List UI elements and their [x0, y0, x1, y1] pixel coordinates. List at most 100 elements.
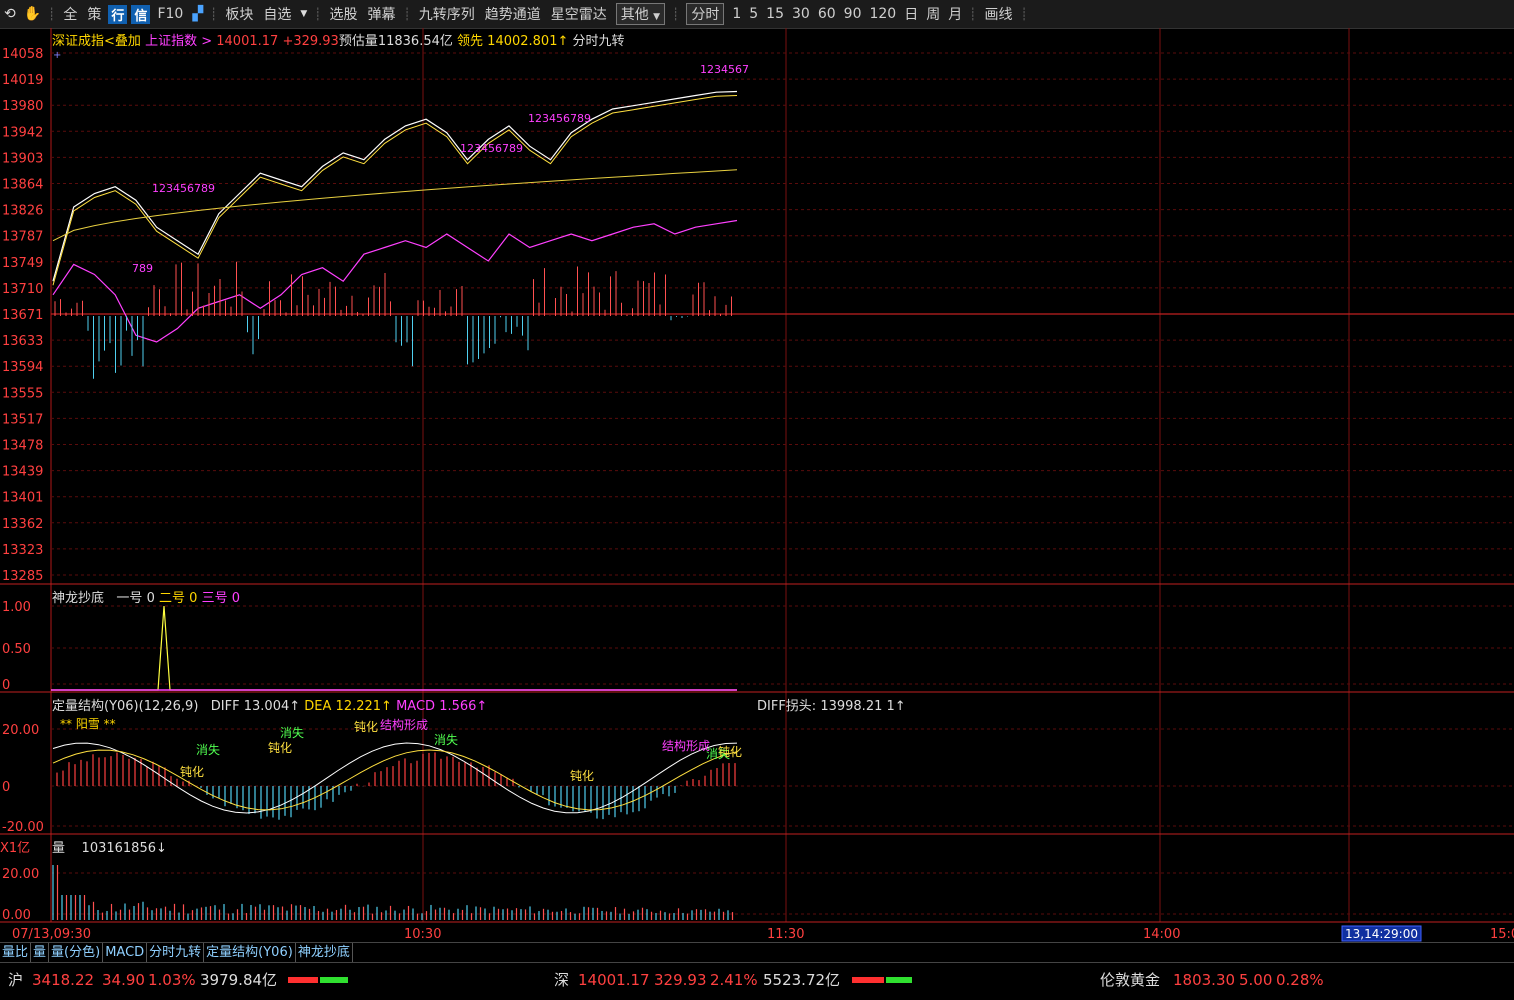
volume-axis-label: 0.00 — [2, 908, 31, 923]
index-change: +329.93 — [282, 34, 339, 49]
period-60[interactable]: 60 — [814, 6, 840, 22]
sz-up-bar — [852, 977, 884, 983]
macd-annotation: 钝化 — [354, 720, 378, 734]
price-axis-label: 13594 — [2, 360, 43, 375]
draw-line-button[interactable]: 画线 — [979, 4, 1017, 24]
macd-sub-label: ** 阳雪 ** — [60, 717, 116, 731]
tab-volume-colored[interactable]: 量(分色) — [49, 943, 104, 963]
sh-price: 3418.22 — [32, 971, 95, 989]
time-axis-1030: 10:30 — [404, 927, 441, 942]
sh-amount: 3979.84亿 — [200, 971, 278, 989]
period-month[interactable]: 月 — [944, 4, 966, 24]
chart-area[interactable]: 14058 14019 13980 13942 13903 13864 13826 13787… — [0, 28, 1514, 942]
tab-quant-structure[interactable]: 定量结构(Y06) — [204, 943, 296, 963]
dea-line — [52, 749, 738, 811]
price-axis-label: 13671 — [2, 308, 43, 323]
period-intraday[interactable]: 分时 — [686, 3, 725, 25]
toolbar: ⟲ ✋ ┊ 全 策 行 信 F10 ▞ ┊ 板块 自选 ▼ ┊ 选股 弹幕 ┊ … — [0, 0, 1514, 29]
macd-annotation: 钝化 — [180, 765, 204, 779]
index-price: 14001.17 — [216, 34, 279, 49]
chart-grid — [0, 28, 1514, 923]
nine-turn-label: 123456789 — [152, 182, 215, 195]
shenlong-v2: 0 — [189, 591, 198, 606]
volume-axis-label: 20.00 — [2, 867, 39, 882]
hand-icon[interactable]: ✋ — [20, 6, 45, 22]
sh-label[interactable]: 沪 — [8, 963, 23, 997]
price-axis-label: 14058 — [2, 47, 43, 62]
tab-macd[interactable]: MACD — [103, 943, 148, 963]
macd-label: MACD — [396, 699, 436, 714]
gold-price: 1803.30 — [1173, 971, 1236, 989]
other-dropdown[interactable]: 其他 ▼ — [615, 3, 666, 25]
price-axis-label: 13787 — [2, 230, 43, 245]
toolbar-quote[interactable]: 行 — [108, 4, 128, 24]
series-line-sh — [52, 219, 738, 343]
price-axis-label: 13980 — [2, 99, 43, 114]
chart-labels: 14058 14019 13980 13942 13903 13864 13826 13787… — [2, 47, 1514, 942]
sz-label[interactable]: 深 — [554, 963, 569, 997]
period-90[interactable]: 90 — [840, 6, 866, 22]
period-week[interactable]: 周 — [922, 4, 944, 24]
toolbar-watchlist[interactable]: 自选 — [258, 4, 296, 24]
toolbar-separator: ┊ — [672, 7, 680, 21]
macd-annotation: 消失 — [196, 742, 220, 757]
volume-info-line: 量 103161856↓ — [52, 837, 167, 856]
sz-pct: 2.41% — [710, 971, 758, 989]
macd-annotation: 消失 — [434, 732, 458, 747]
toolbar-sector[interactable]: 板块 — [220, 4, 258, 24]
volume-value: 103161856↓ — [81, 841, 167, 856]
toolbar-trend-channel[interactable]: 趋势通道 — [480, 4, 546, 24]
price-axis-label: 13633 — [2, 334, 43, 349]
shenlong-info-line: 神龙抄底 一号 0 二号 0 三号 0 — [52, 587, 240, 606]
dea-value: 12.221↑ — [335, 699, 392, 714]
window-icon[interactable]: ▞ — [188, 6, 207, 22]
price-axis-label: 13285 — [2, 569, 43, 584]
dropdown-arrow-icon[interactable]: ▼ — [296, 9, 311, 19]
time-axis-1500: 15:00 — [1490, 927, 1514, 942]
macd-info-line: 定量结构(Y06)(12,26,9) DIFF 13.004↑ DEA 12.2… — [52, 695, 487, 714]
sz-amount: 5523.72亿 — [763, 971, 841, 989]
toolbar-all[interactable]: 全 — [58, 4, 82, 24]
tab-volume-ratio[interactable]: 量比 — [0, 943, 32, 963]
lead-value: 14002.801↑ — [487, 34, 569, 49]
period-15[interactable]: 15 — [762, 6, 788, 22]
macd-axis-label: 0 — [2, 780, 10, 795]
shenlong-title: 神龙抄底 — [52, 591, 105, 606]
period-day[interactable]: 日 — [900, 4, 922, 24]
toolbar-strategy[interactable]: 策 — [82, 4, 106, 24]
period-30[interactable]: 30 — [788, 6, 814, 22]
period-1[interactable]: 1 — [728, 6, 745, 22]
overlay-arrow[interactable]: > — [201, 34, 212, 49]
sh-pct: 1.03% — [148, 971, 196, 989]
shenlong-l1: 一号 — [116, 591, 143, 606]
toolbar-nine-turn[interactable]: 九转序列 — [414, 4, 480, 24]
diff-turn-value: 13998.21 1↑ — [820, 699, 906, 714]
price-axis-label: 13826 — [2, 204, 43, 219]
crosshair-icon: + — [53, 50, 61, 61]
dea-label: DEA — [304, 699, 332, 714]
period-5[interactable]: 5 — [745, 6, 762, 22]
tab-volume[interactable]: 量 — [31, 943, 50, 963]
back-icon[interactable]: ⟲ — [0, 6, 20, 22]
period-120[interactable]: 120 — [865, 6, 900, 22]
toolbar-danmaku[interactable]: 弹幕 — [362, 4, 400, 24]
index-name[interactable]: 深证成指 — [52, 34, 104, 49]
tab-shenlong[interactable]: 神龙抄底 — [296, 943, 353, 963]
diff-turn-info: DIFF拐头: 13998.21 1↑ — [757, 695, 906, 714]
toolbar-radar[interactable]: 星空雷达 — [546, 4, 612, 24]
price-axis-label: 13362 — [2, 517, 43, 532]
diff-line — [52, 742, 738, 814]
sz-down-bar — [886, 977, 912, 983]
macd-annotation: 消失 — [280, 725, 304, 740]
overlay-index-name[interactable]: 上证指数 — [145, 34, 197, 49]
toolbar-f10[interactable]: F10 — [152, 6, 188, 22]
toolbar-screener[interactable]: 选股 — [324, 4, 362, 24]
overlay-label[interactable]: <叠加 — [104, 34, 141, 49]
nine-turn-label: 1234567 — [700, 63, 749, 76]
gold-label[interactable]: 伦敦黄金 — [1100, 963, 1160, 997]
cursor-time-label: 13,14:29:00 — [1345, 927, 1418, 941]
toolbar-info[interactable]: 信 — [131, 4, 151, 24]
price-axis-label: 13517 — [2, 412, 43, 427]
tab-nine-turn[interactable]: 分时九转 — [147, 943, 205, 963]
nine-turn-label: 123456789 — [528, 112, 591, 125]
